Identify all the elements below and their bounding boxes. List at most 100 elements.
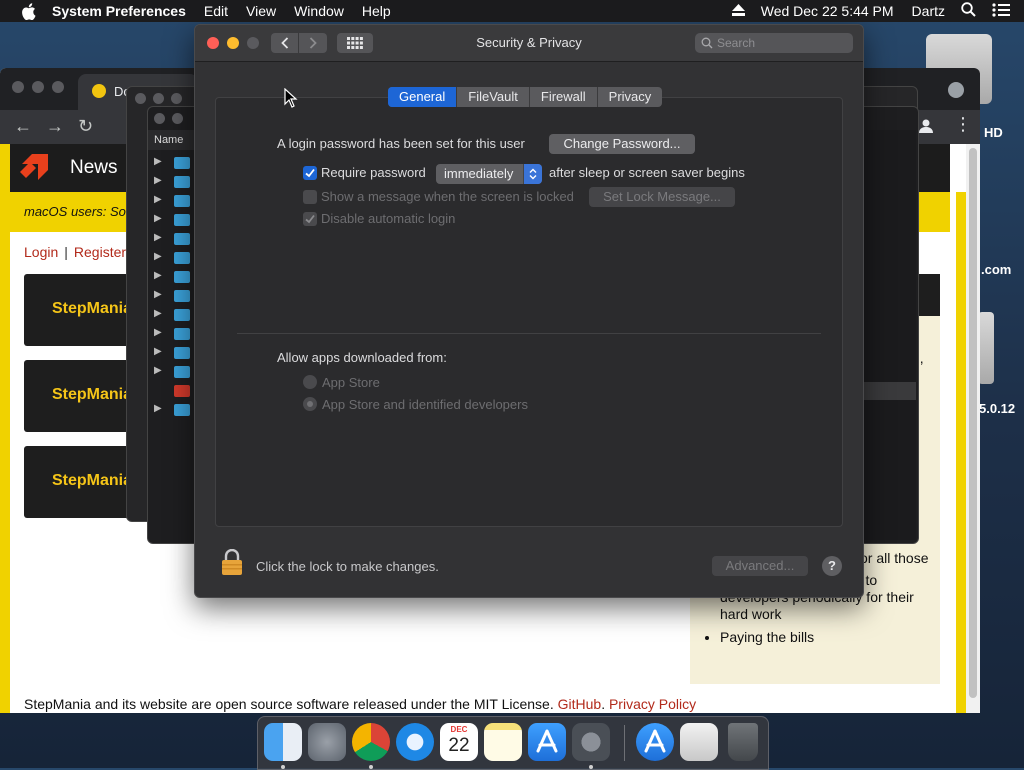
- folder-icon: [174, 157, 190, 169]
- finder-row[interactable]: ▶: [150, 401, 194, 420]
- finder-minimize-button[interactable]: [153, 93, 164, 104]
- dock: DEC 22: [257, 716, 769, 770]
- name-column-label: Name: [154, 134, 184, 146]
- disclosure-triangle-icon[interactable]: ▶: [154, 194, 162, 205]
- disclosure-triangle-icon[interactable]: ▶: [154, 270, 162, 281]
- radio-app-store[interactable]: [303, 375, 317, 389]
- browser-menu-icon[interactable]: ⋮: [954, 114, 972, 135]
- disclosure-triangle-icon[interactable]: ▶: [154, 213, 162, 224]
- app-store-icon[interactable]: [528, 723, 566, 761]
- finder-row[interactable]: ▶: [150, 287, 194, 306]
- help-button[interactable]: ?: [822, 556, 842, 576]
- tab-firewall[interactable]: Firewall: [528, 87, 597, 107]
- eject-icon[interactable]: [731, 3, 745, 19]
- stepmania-logo-icon[interactable]: [18, 150, 52, 184]
- disclosure-triangle-icon[interactable]: ▶: [154, 346, 162, 357]
- back-arrow-icon[interactable]: ←: [14, 116, 32, 137]
- spotlight-search-icon[interactable]: [961, 2, 976, 20]
- require-password-delay-select[interactable]: immediately: [436, 164, 542, 184]
- menu-view[interactable]: View: [246, 3, 276, 19]
- finder-row[interactable]: ▶: [150, 363, 194, 382]
- app-store-downloads-icon[interactable]: [636, 723, 674, 761]
- finder-row[interactable]: ▶: [150, 306, 194, 325]
- disclosure-triangle-icon[interactable]: ▶: [154, 156, 162, 167]
- dock-separator: [624, 725, 625, 761]
- finder-row[interactable]: ▶: [150, 268, 194, 287]
- finder-row[interactable]: ▶: [150, 173, 194, 192]
- calendar-day: 22: [448, 735, 470, 756]
- register-link[interactable]: Register: [74, 244, 126, 260]
- notes-icon[interactable]: [484, 723, 522, 761]
- menu-clock[interactable]: Wed Dec 22 5:44 PM: [761, 3, 894, 19]
- page-footer: StepMania and its website are open sourc…: [24, 696, 697, 712]
- menu-bar-extras: Wed Dec 22 5:44 PM Dartz: [731, 0, 1024, 22]
- finder-icon[interactable]: [264, 723, 302, 761]
- privacy-policy-link[interactable]: Privacy Policy: [609, 696, 696, 712]
- disk-image-icon[interactable]: [978, 312, 994, 384]
- profile-icon[interactable]: [918, 118, 934, 134]
- launchpad-icon[interactable]: [308, 723, 346, 761]
- search-field[interactable]: Search: [695, 33, 853, 53]
- page-scrollbar[interactable]: [966, 144, 980, 713]
- finder-row[interactable]: ▶: [150, 325, 194, 344]
- require-password-checkbox[interactable]: [303, 166, 317, 180]
- disclosure-triangle-icon[interactable]: ▶: [154, 251, 162, 262]
- browser-minimize-button[interactable]: [32, 81, 44, 93]
- download-card-title: StepMania: [52, 472, 133, 489]
- tab-general[interactable]: General: [388, 87, 457, 107]
- finder-row[interactable]: ▶: [150, 192, 194, 211]
- login-link[interactable]: Login: [24, 244, 58, 260]
- menu-edit[interactable]: Edit: [204, 3, 228, 19]
- finder-selected-row[interactable]: [862, 382, 916, 400]
- apple-menu-icon[interactable]: [18, 1, 38, 21]
- finder-close-button[interactable]: [154, 113, 165, 124]
- finder-row[interactable]: ▶: [150, 344, 194, 363]
- finder-minimize-button[interactable]: [172, 113, 183, 124]
- finder-zoom-button[interactable]: [171, 93, 182, 104]
- set-lock-message-button[interactable]: Set Lock Message...: [589, 187, 735, 207]
- system-preferences-icon[interactable]: [572, 723, 610, 761]
- menu-user[interactable]: Dartz: [912, 3, 945, 19]
- disclosure-triangle-icon[interactable]: ▶: [154, 403, 162, 414]
- finder-close-button[interactable]: [135, 93, 146, 104]
- finder-row[interactable]: ▶: [150, 230, 194, 249]
- disclosure-triangle-icon[interactable]: ▶: [154, 327, 162, 338]
- finder-row[interactable]: ▶: [150, 249, 194, 268]
- tab-filevault[interactable]: FileVault: [456, 87, 529, 107]
- disclosure-triangle-icon[interactable]: ▶: [154, 175, 162, 186]
- disclosure-triangle-icon[interactable]: ▶: [154, 308, 162, 319]
- disclosure-triangle-icon[interactable]: ▶: [154, 365, 162, 376]
- tab-search-icon[interactable]: [948, 82, 964, 98]
- running-indicator: [589, 765, 593, 769]
- notification-center-icon[interactable]: [992, 2, 1010, 20]
- show-message-checkbox[interactable]: [303, 190, 317, 204]
- disclosure-triangle-icon[interactable]: ▶: [154, 289, 162, 300]
- trash-icon[interactable]: [728, 723, 758, 761]
- finder-row[interactable]: ▶: [150, 211, 194, 230]
- site-header-title[interactable]: News: [70, 157, 118, 179]
- radio-app-store-identified[interactable]: [303, 397, 317, 411]
- scrollbar-thumb[interactable]: [969, 148, 977, 698]
- menu-help[interactable]: Help: [362, 3, 391, 19]
- disable-auto-login-checkbox[interactable]: [303, 212, 317, 226]
- change-password-button[interactable]: Change Password...: [549, 134, 695, 154]
- lock-icon[interactable]: [221, 549, 243, 575]
- github-link[interactable]: GitHub: [558, 696, 602, 712]
- advanced-button[interactable]: Advanced...: [712, 556, 808, 576]
- finder-row[interactable]: [150, 382, 194, 401]
- menu-window[interactable]: Window: [294, 3, 344, 19]
- chrome-icon[interactable]: [352, 723, 390, 761]
- browser-close-button[interactable]: [12, 81, 24, 93]
- browser-zoom-button[interactable]: [52, 81, 64, 93]
- window-titlebar[interactable]: Security & Privacy Search: [195, 25, 863, 62]
- forward-arrow-icon[interactable]: →: [46, 116, 64, 137]
- safari-icon[interactable]: [396, 723, 434, 761]
- disclosure-triangle-icon[interactable]: ▶: [154, 232, 162, 243]
- document-icon[interactable]: [680, 723, 718, 761]
- app-menu[interactable]: System Preferences: [52, 3, 186, 19]
- finder-row[interactable]: ▶: [150, 154, 194, 173]
- calendar-icon[interactable]: DEC 22: [440, 723, 478, 761]
- finder-column-header[interactable]: Name: [148, 130, 194, 150]
- reload-icon[interactable]: ↻: [78, 116, 93, 137]
- tab-privacy[interactable]: Privacy: [596, 87, 663, 107]
